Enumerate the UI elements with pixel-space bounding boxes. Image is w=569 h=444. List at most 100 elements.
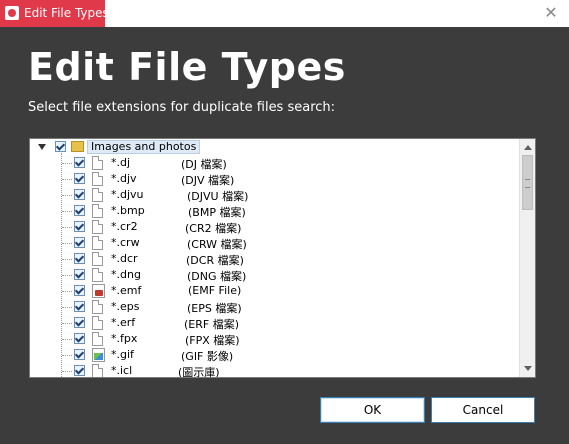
tree-guide-line [62, 259, 72, 260]
item-checkbox[interactable] [74, 237, 85, 248]
item-checkbox[interactable] [74, 349, 85, 360]
collapse-arrow-icon[interactable] [38, 144, 46, 150]
tree-guide-line [62, 163, 72, 164]
tree-guide-line [62, 195, 72, 196]
item-checkbox[interactable] [74, 205, 85, 216]
tree-guide-line [62, 307, 72, 308]
item-checkbox[interactable] [74, 301, 85, 312]
tree-item-row[interactable]: *.dng (DNG 檔案) [30, 268, 519, 284]
tree-item-row[interactable]: *.emf (EMF File) [30, 284, 519, 300]
tree-item-row[interactable]: *.djv (DJV 檔案) [30, 172, 519, 188]
item-description: (BMP 檔案) [188, 206, 246, 219]
file-icon [92, 156, 103, 170]
tree-guide-line [62, 227, 72, 228]
tree-item-row[interactable]: *.djvu (DJVU 檔案) [30, 188, 519, 204]
ok-button[interactable]: OK [320, 397, 425, 423]
file-icon [92, 220, 103, 234]
tree-guide-line [62, 323, 72, 324]
cancel-button[interactable]: Cancel [431, 397, 535, 423]
tree-item-row[interactable]: *.crw (CRW 檔案) [30, 236, 519, 252]
item-description: (EPS 檔案) [187, 302, 242, 315]
tree-guide-line [62, 355, 72, 356]
item-extension: *.crw [111, 236, 140, 249]
tree-guide-line [62, 179, 72, 180]
item-description: (FPX 檔案) [185, 334, 240, 347]
item-extension: *.djv [111, 172, 137, 185]
tree-root-row[interactable]: Images and photos [30, 140, 519, 156]
item-checkbox[interactable] [74, 285, 85, 296]
window-title: Edit File Types [24, 6, 109, 20]
tree-guide-line [62, 243, 72, 244]
item-extension: *.dcr [111, 252, 138, 265]
app-icon [5, 6, 19, 20]
vertical-scrollbar[interactable] [519, 139, 535, 377]
item-checkbox[interactable] [74, 189, 85, 200]
tree-item-row[interactable]: *.dj (DJ 檔案) [30, 156, 519, 172]
item-extension: *.djvu [111, 188, 144, 201]
item-description: (CRW 檔案) [187, 238, 247, 251]
item-description: (DJV 檔案) [181, 174, 235, 187]
tree-item-row[interactable]: *.eps (EPS 檔案) [30, 300, 519, 316]
file-icon [92, 268, 103, 282]
page-title: Edit File Types [28, 45, 346, 89]
item-description: (ERF 檔案) [184, 318, 239, 331]
tree-item-row[interactable]: *.fpx (FPX 檔案) [30, 332, 519, 348]
file-icon [92, 252, 103, 266]
item-checkbox[interactable] [74, 365, 85, 376]
item-extension: *.dng [111, 268, 141, 281]
page-subtitle: Select file extensions for duplicate fil… [28, 100, 336, 115]
item-extension: *.eps [111, 300, 140, 313]
tree-item-row[interactable]: *.icl (圖示庫) [30, 364, 519, 377]
root-label[interactable]: Images and photos [87, 140, 201, 154]
item-description: (GIF 影像) [181, 350, 234, 363]
item-description: (DNG 檔案) [187, 270, 247, 283]
tree-guide-line [62, 211, 72, 212]
item-checkbox[interactable] [74, 173, 85, 184]
item-extension: *.bmp [111, 204, 145, 217]
item-extension: *.dj [111, 156, 131, 169]
title-tab: Edit File Types [0, 0, 109, 27]
title-bar: Edit File Types ✕ [0, 0, 569, 27]
tree-item-row[interactable]: *.bmp (BMP 檔案) [30, 204, 519, 220]
item-description: (EMF File) [188, 284, 242, 297]
scroll-up-arrow-icon[interactable] [524, 145, 532, 150]
item-extension: *.cr2 [111, 220, 138, 233]
file-type-tree[interactable]: Images and photos *.dj (DJ 檔案) *.djv (DJV 檔… [29, 138, 536, 378]
scrollbar-thumb[interactable] [522, 155, 533, 210]
item-description: (DJVU 檔案) [187, 190, 249, 203]
file-icon [92, 300, 103, 314]
item-description: (DCR 檔案) [186, 254, 244, 267]
item-checkbox[interactable] [74, 221, 85, 232]
tree-guide-line [62, 339, 72, 340]
item-description: (圖示庫) [178, 366, 220, 377]
file-icon [92, 188, 103, 202]
item-description: (DJ 檔案) [181, 158, 227, 171]
tree-guide-line [62, 291, 72, 292]
tree-item-row[interactable]: *.dcr (DCR 檔案) [30, 252, 519, 268]
item-checkbox[interactable] [74, 253, 85, 264]
tree-item-row[interactable]: *.gif (GIF 影像) [30, 348, 519, 364]
file-icon [92, 332, 103, 346]
tree-guide-line [62, 371, 72, 372]
file-icon [92, 364, 103, 377]
root-checkbox[interactable] [55, 141, 66, 152]
item-extension: *.fpx [111, 332, 138, 345]
item-checkbox[interactable] [74, 333, 85, 344]
item-checkbox[interactable] [74, 269, 85, 280]
emf-icon [92, 284, 105, 298]
folder-icon [71, 141, 84, 152]
item-extension: *.emf [111, 284, 142, 297]
file-icon [92, 236, 103, 250]
file-icon [92, 316, 103, 330]
scroll-down-arrow-icon[interactable] [524, 366, 532, 371]
tree-rows: Images and photos *.dj (DJ 檔案) *.djv (DJV 檔… [30, 139, 519, 377]
close-icon[interactable]: ✕ [543, 4, 559, 22]
item-description: (CR2 檔案) [185, 222, 242, 235]
tree-item-row[interactable]: *.erf (ERF 檔案) [30, 316, 519, 332]
item-checkbox[interactable] [74, 317, 85, 328]
tree-item-row[interactable]: *.cr2 (CR2 檔案) [30, 220, 519, 236]
item-checkbox[interactable] [74, 157, 85, 168]
image-icon [92, 348, 105, 362]
item-extension: *.erf [111, 316, 136, 329]
file-icon [92, 204, 103, 218]
